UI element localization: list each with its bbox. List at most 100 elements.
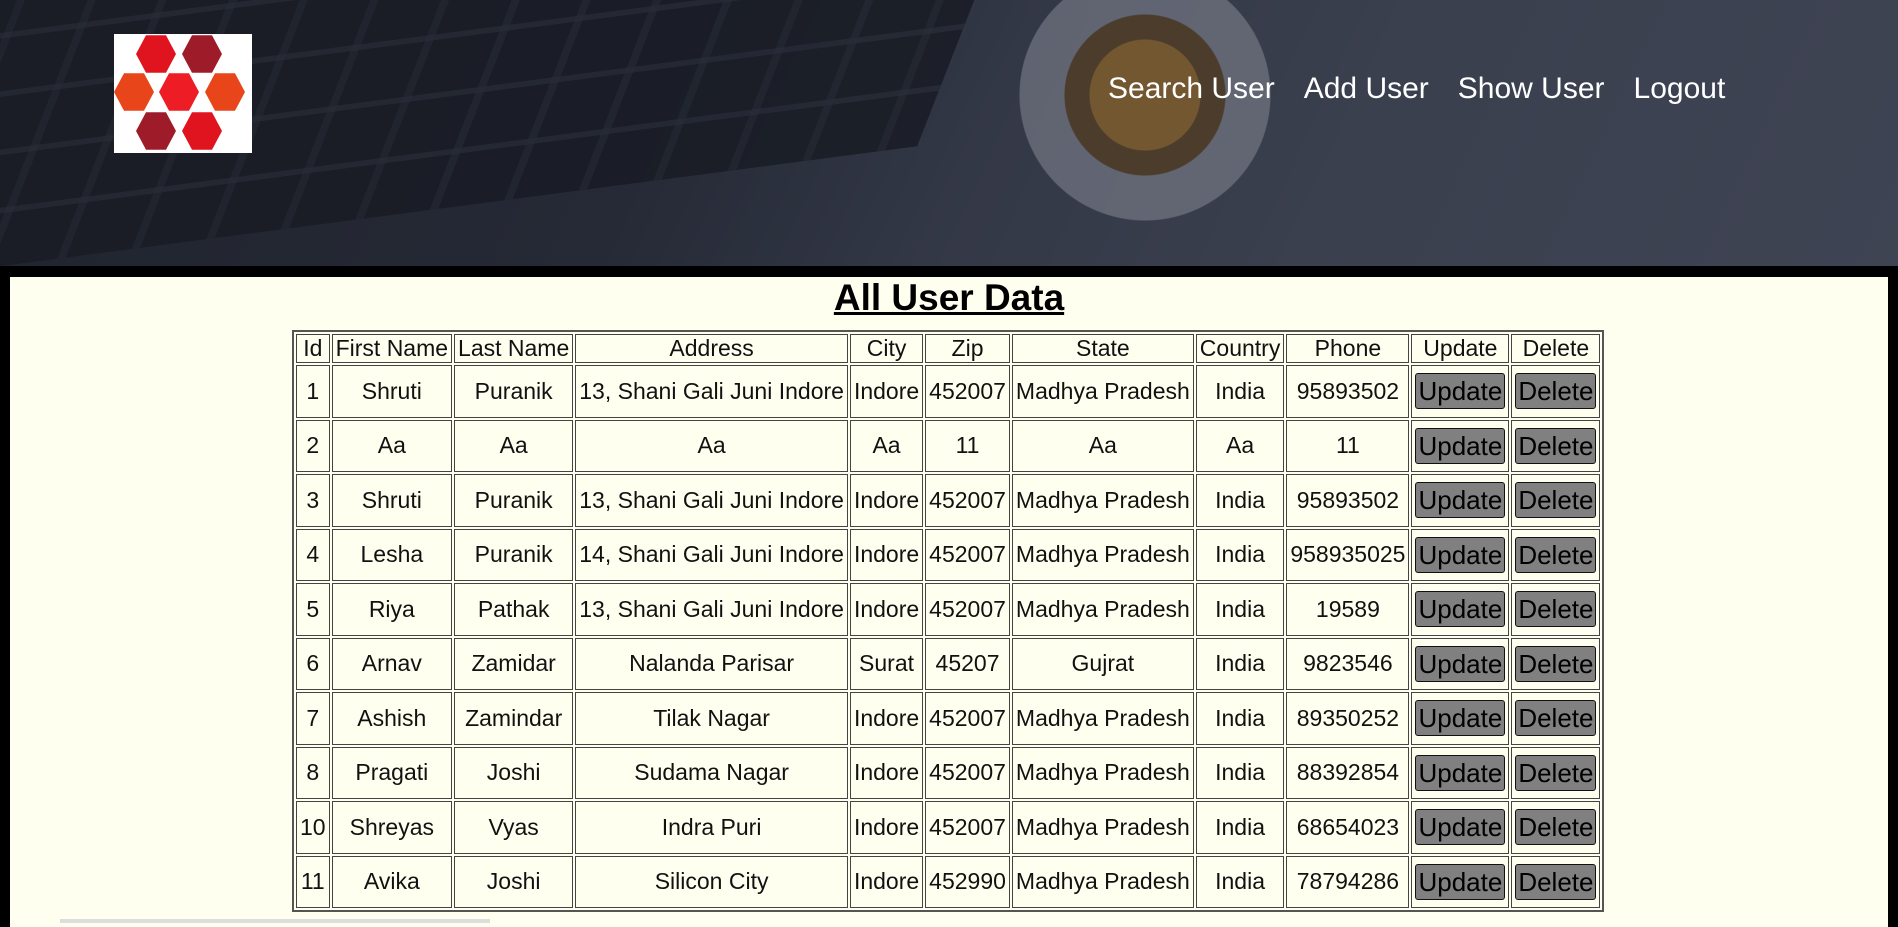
- cell-id: 10: [296, 801, 330, 854]
- col-phone: Phone: [1286, 334, 1410, 363]
- cell-last-name: Joshi: [454, 746, 574, 799]
- cell-zip: 452007: [925, 801, 1010, 854]
- cell-first-name: Shruti: [331, 365, 453, 418]
- cell-update: Update: [1411, 637, 1510, 690]
- cell-id: 8: [296, 746, 330, 799]
- delete-button[interactable]: Delete: [1515, 591, 1597, 628]
- table-row: 6 Arnav Zamidar Nalanda Parisar Surat 45207 Gu…: [296, 637, 1601, 690]
- update-button[interactable]: Update: [1415, 427, 1506, 464]
- cell-state: Gujrat: [1011, 637, 1194, 690]
- delete-button[interactable]: Delete: [1515, 645, 1597, 682]
- update-button[interactable]: Update: [1415, 700, 1506, 737]
- cell-update: Update: [1411, 801, 1510, 854]
- cell-address: 14, Shani Gali Juni Indore: [575, 528, 848, 581]
- cell-delete: Delete: [1511, 365, 1601, 418]
- nav-add-user[interactable]: Add User: [1304, 72, 1429, 106]
- cell-state: Aa: [1011, 419, 1194, 472]
- cell-first-name: Riya: [331, 583, 453, 636]
- cell-update: Update: [1411, 855, 1510, 908]
- cell-last-name: Puranik: [454, 528, 574, 581]
- update-button[interactable]: Update: [1415, 373, 1506, 410]
- cell-phone: 89350252: [1286, 692, 1410, 745]
- delete-button[interactable]: Delete: [1515, 700, 1597, 737]
- delete-button[interactable]: Delete: [1515, 373, 1597, 410]
- cell-phone: 9823546: [1286, 637, 1410, 690]
- cell-city: Indore: [849, 855, 924, 908]
- cell-country: India: [1195, 528, 1285, 581]
- cell-city: Surat: [849, 637, 924, 690]
- cell-state: Madhya Pradesh: [1011, 801, 1194, 854]
- cell-last-name: Aa: [454, 419, 574, 472]
- cell-last-name: Zamindar: [454, 692, 574, 745]
- cell-zip: 452990: [925, 855, 1010, 908]
- cell-delete: Delete: [1511, 637, 1601, 690]
- col-first-name: First Name: [331, 334, 453, 363]
- update-button[interactable]: Update: [1415, 863, 1506, 900]
- cell-last-name: Joshi: [454, 855, 574, 908]
- col-update: Update: [1411, 334, 1510, 363]
- col-delete: Delete: [1511, 334, 1601, 363]
- table-row: 7 Ashish Zamindar Tilak Nagar Indore 452007 Ma…: [296, 692, 1601, 745]
- cell-city: Indore: [849, 692, 924, 745]
- table-header-row: Id First Name Last Name Address City Zip…: [296, 334, 1601, 363]
- cell-country: India: [1195, 474, 1285, 527]
- delete-button[interactable]: Delete: [1515, 754, 1597, 791]
- delete-button[interactable]: Delete: [1515, 809, 1597, 846]
- main-nav: Search User Add User Show User Logout: [1108, 72, 1754, 106]
- site-logo[interactable]: [114, 34, 252, 153]
- col-address: Address: [575, 334, 848, 363]
- cell-phone: 19589: [1286, 583, 1410, 636]
- col-last-name: Last Name: [454, 334, 574, 363]
- update-button[interactable]: Update: [1415, 809, 1506, 846]
- update-button[interactable]: Update: [1415, 754, 1506, 791]
- cell-delete: Delete: [1511, 746, 1601, 799]
- cell-delete: Delete: [1511, 583, 1601, 636]
- update-button[interactable]: Update: [1415, 536, 1506, 573]
- cell-address: Tilak Nagar: [575, 692, 848, 745]
- cell-id: 3: [296, 474, 330, 527]
- cell-first-name: Arnav: [331, 637, 453, 690]
- table-row: 3 Shruti Puranik 13, Shani Gali Juni Indore…: [296, 474, 1601, 527]
- cell-address: 13, Shani Gali Juni Indore: [575, 583, 848, 636]
- cell-address: Indra Puri: [575, 801, 848, 854]
- cell-first-name: Aa: [331, 419, 453, 472]
- table-body: 1 Shruti Puranik 13, Shani Gali Juni Indore…: [296, 365, 1601, 908]
- delete-button[interactable]: Delete: [1515, 536, 1597, 573]
- cell-first-name: Ashish: [331, 692, 453, 745]
- update-button[interactable]: Update: [1415, 591, 1506, 628]
- cell-country: India: [1195, 583, 1285, 636]
- nav-logout[interactable]: Logout: [1634, 72, 1726, 106]
- cell-first-name: Lesha: [331, 528, 453, 581]
- cell-first-name: Shruti: [331, 474, 453, 527]
- table-row: 8 Pragati Joshi Sudama Nagar Indore 452007 Mad…: [296, 746, 1601, 799]
- cell-id: 4: [296, 528, 330, 581]
- delete-button[interactable]: Delete: [1515, 482, 1597, 519]
- user-data-table: Id First Name Last Name Address City Zip…: [292, 330, 1605, 912]
- cell-last-name: Puranik: [454, 474, 574, 527]
- cell-update: Update: [1411, 692, 1510, 745]
- delete-button[interactable]: Delete: [1515, 427, 1597, 464]
- delete-button[interactable]: Delete: [1515, 863, 1597, 900]
- cell-last-name: Zamidar: [454, 637, 574, 690]
- cell-address: Sudama Nagar: [575, 746, 848, 799]
- cell-zip: 452007: [925, 692, 1010, 745]
- cell-country: India: [1195, 637, 1285, 690]
- cell-state: Madhya Pradesh: [1011, 583, 1194, 636]
- cell-city: Indore: [849, 801, 924, 854]
- cell-state: Madhya Pradesh: [1011, 855, 1194, 908]
- nav-search-user[interactable]: Search User: [1108, 72, 1275, 106]
- cell-first-name: Shreyas: [331, 801, 453, 854]
- cell-country: India: [1195, 855, 1285, 908]
- cell-zip: 45207: [925, 637, 1010, 690]
- cell-address: 13, Shani Gali Juni Indore: [575, 365, 848, 418]
- update-button[interactable]: Update: [1415, 482, 1506, 519]
- col-id: Id: [296, 334, 330, 363]
- cell-address: Silicon City: [575, 855, 848, 908]
- cell-city: Aa: [849, 419, 924, 472]
- horizontal-scrollbar[interactable]: [60, 919, 490, 923]
- col-country: Country: [1195, 334, 1285, 363]
- cell-last-name: Vyas: [454, 801, 574, 854]
- nav-show-user[interactable]: Show User: [1458, 72, 1605, 106]
- cell-last-name: Puranik: [454, 365, 574, 418]
- update-button[interactable]: Update: [1415, 645, 1506, 682]
